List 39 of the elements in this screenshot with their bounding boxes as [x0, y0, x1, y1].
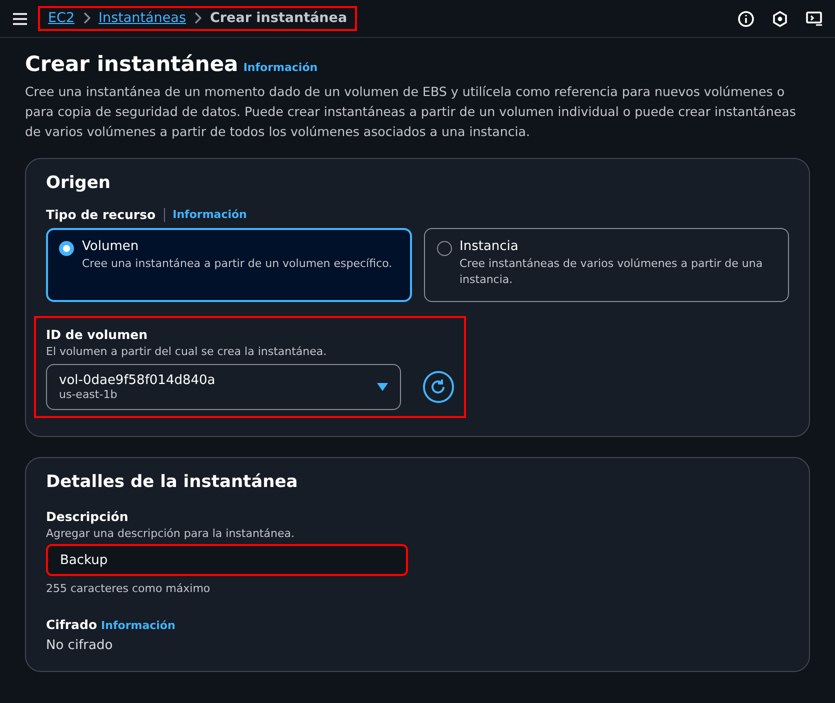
field-label: ID de volumen	[46, 327, 148, 342]
field-value: No cifrado	[46, 638, 114, 653]
option-description: Cree instantáneas de varios volúmenes a partir de una instancia.	[460, 256, 764, 288]
page-description: Cree una instantánea de un momento dado de un volumen de EBS y utilícela como referencia para nuevos volúmenes o para copia de seguridad de datos. Puede crear instantáneas a partir de un volumen individual o puede crear instantáneas de varios volúmenes a partir de todos los volúmenes asociados a una instancia.	[25, 83, 797, 141]
refresh-button[interactable]	[422, 371, 454, 403]
breadcrumb-current: Crear instantánea	[210, 10, 348, 26]
resource-option[interactable]: Instancia Cree instantáneas de varios volúmenes a partir de una instancia.	[424, 228, 789, 302]
info-icon[interactable]	[738, 10, 754, 26]
breadcrumb-link[interactable]: Instantáneas	[98, 10, 186, 26]
option-title: Volumen	[82, 239, 140, 254]
chevron-icon	[82, 12, 91, 24]
caret-icon	[376, 383, 388, 391]
radio-button[interactable]	[59, 241, 74, 256]
resource-option[interactable]: Volumen Cree una instantánea a partir de un volumen específico.	[46, 228, 412, 302]
section-title: Detalles de la instantánea	[46, 472, 299, 492]
radio-button[interactable]	[436, 241, 452, 256]
field-hint: Agregar una descripción para la instantánea.	[46, 527, 296, 540]
chevron-icon	[194, 12, 202, 24]
info-link[interactable]: Información	[172, 208, 247, 221]
breadcrumb-link[interactable]: EC2	[48, 10, 75, 26]
field-constraint: 255 caracteres como máximo	[46, 582, 212, 595]
info-link[interactable]: Información	[243, 61, 318, 74]
field-label: Tipo de recurso	[46, 207, 156, 222]
volume-select[interactable]: vol-0dae9f58f014d840a us-east-1b	[46, 364, 401, 410]
field-label: Descripción	[46, 509, 128, 524]
section-title: Origen	[46, 173, 112, 193]
page-title: Crear instantánea	[25, 52, 238, 76]
option-title: Instancia	[460, 239, 520, 254]
field-hint: El volumen a partir del cual se crea la instantánea.	[46, 345, 328, 358]
hexagon-icon[interactable]	[772, 10, 788, 26]
info-link[interactable]: Información	[101, 619, 176, 632]
select-subtext: us-east-1b	[59, 388, 118, 401]
field-label: Cifrado	[46, 617, 98, 632]
description-input[interactable]: Backup	[46, 544, 408, 576]
refresh-icon	[429, 378, 448, 396]
monitor-icon[interactable]	[806, 10, 823, 26]
option-description: Cree una instantánea a partir de un volumen específico.	[82, 256, 392, 272]
select-value: vol-0dae9f58f014d840a	[59, 373, 216, 388]
menu-icon[interactable]	[12, 12, 28, 26]
